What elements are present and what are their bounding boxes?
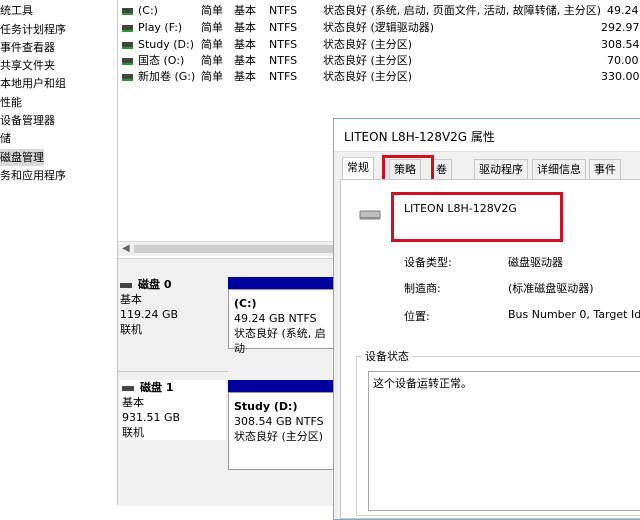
- volume-name: Study (D:): [138, 38, 195, 51]
- dialog-title: LITEON L8H-128V2G 属性: [344, 130, 495, 144]
- disk-type: 基本: [122, 396, 144, 409]
- volume-capacity: 292.97: [601, 21, 640, 34]
- volume-layout: 简单: [201, 38, 223, 51]
- volume-type: 基本: [234, 38, 256, 51]
- tree-item-disk-management[interactable]: 磁盘管理: [0, 149, 44, 166]
- location-label: 位置:: [404, 310, 430, 323]
- volume-layout: 简单: [201, 4, 223, 17]
- highlight-device-name: [391, 192, 563, 242]
- volume-type: 基本: [234, 54, 256, 67]
- manufacturer-value: (标准磁盘驱动器): [508, 282, 594, 295]
- volume-status: 状态良好 (主分区): [323, 38, 413, 51]
- disk-icon: [120, 282, 132, 288]
- tree-item-system-tools[interactable]: 统工具: [0, 2, 33, 19]
- device-type-label: 设备类型:: [404, 256, 452, 269]
- volume-type: 基本: [234, 4, 256, 17]
- partition-bar: [228, 380, 338, 392]
- device-status-label: 设备状态: [362, 348, 412, 364]
- volume-capacity: 308.54: [601, 38, 640, 51]
- volume-layout: 简单: [201, 21, 223, 34]
- disk-icon: [122, 385, 134, 391]
- partition-size: 49.24 GB NTFS: [234, 312, 317, 325]
- volume-capacity: 330.00: [601, 70, 640, 83]
- disk-state: 联机: [122, 426, 144, 439]
- tab-events[interactable]: 事件: [589, 159, 621, 179]
- volume-capacity: 70.00: [607, 54, 639, 67]
- partition-name: (C:): [234, 297, 257, 310]
- volume-name: 国态 (O:): [138, 54, 185, 67]
- volume-row[interactable]: Play (F:) 简单 基本 NTFS 状态良好 (逻辑驱动器) 292.97: [118, 20, 640, 36]
- tab-details[interactable]: 详细信息: [532, 159, 586, 179]
- disk-name: 磁盘 1: [140, 381, 174, 394]
- manufacturer-label: 制造商:: [404, 282, 441, 295]
- tree-item-storage[interactable]: 储: [0, 130, 11, 147]
- tree-item-local-users[interactable]: 本地用户和组: [0, 75, 66, 92]
- partition-name: Study (D:): [234, 400, 298, 413]
- volume-status: 状态良好 (系统, 启动, 页面文件, 活动, 故障转储, 主分区): [323, 4, 602, 17]
- volume-fs: NTFS: [269, 4, 298, 17]
- partition-status: 状态良好 (主分区): [234, 430, 324, 443]
- tree-item-event-viewer[interactable]: 事件查看器: [0, 39, 55, 56]
- tree-item-services-apps[interactable]: 务和应用程序: [0, 167, 66, 184]
- volume-capacity: 49.24: [607, 4, 639, 17]
- disk-type: 基本: [120, 293, 142, 306]
- tree-item-task-scheduler[interactable]: 任务计划程序: [0, 21, 66, 38]
- volume-name: 新加卷 (G:): [138, 70, 196, 83]
- partition-status: 状态良好 (系统, 启动: [234, 327, 326, 355]
- dialog-titlebar[interactable]: LITEON L8H-128V2G 属性: [334, 119, 640, 152]
- scrollbar-thumb[interactable]: [134, 245, 334, 253]
- tab-driver[interactable]: 驱动程序: [474, 159, 528, 179]
- volume-layout: 简单: [201, 70, 223, 83]
- volume-name: (C:): [138, 4, 158, 17]
- tree-item-device-manager[interactable]: 设备管理器: [0, 112, 55, 129]
- location-value: Bus Number 0, Target Id: [508, 308, 640, 321]
- volume-name: Play (F:): [138, 21, 183, 34]
- volume-fs: NTFS: [269, 38, 298, 51]
- volume-type: 基本: [234, 21, 256, 34]
- volume-row[interactable]: (C:) 简单 基本 NTFS 状态良好 (系统, 启动, 页面文件, 活动, …: [118, 3, 640, 19]
- drive-icon: [122, 25, 133, 32]
- disk-0-info[interactable]: 磁盘 0 基本 119.24 GB 联机: [120, 277, 220, 337]
- volume-status: 状态良好 (主分区): [323, 70, 413, 83]
- volume-fs: NTFS: [269, 70, 298, 83]
- disk-size: 119.24 GB: [120, 308, 179, 321]
- volume-type: 基本: [234, 70, 256, 83]
- disk-state: 联机: [120, 323, 142, 336]
- partition-size: 308.54 GB NTFS: [234, 415, 324, 428]
- disk-drive-icon: [359, 210, 381, 220]
- volume-status: 状态良好 (逻辑驱动器): [323, 21, 435, 34]
- drive-icon: [122, 58, 133, 65]
- drive-icon: [122, 74, 133, 81]
- volume-row[interactable]: Study (D:) 简单 基本 NTFS 状态良好 (主分区) 308.54: [118, 37, 640, 53]
- device-name: LITEON L8H-128V2G: [404, 202, 517, 215]
- partition-d[interactable]: Study (D:) 308.54 GB NTFS 状态良好 (主分区): [228, 392, 338, 470]
- partition-bar: [228, 277, 338, 289]
- volume-layout: 简单: [201, 54, 223, 67]
- tree-item-shared-folders[interactable]: 共享文件夹: [0, 57, 55, 74]
- drive-icon: [122, 42, 133, 49]
- volume-fs: NTFS: [269, 54, 298, 67]
- device-status-text[interactable]: 这个设备运转正常。: [368, 371, 640, 511]
- device-type-value: 磁盘驱动器: [508, 256, 563, 269]
- tab-volumes[interactable]: 卷: [431, 159, 452, 179]
- disk-name: 磁盘 0: [138, 278, 172, 291]
- volume-row[interactable]: 新加卷 (G:) 简单 基本 NTFS 状态良好 (主分区) 330.00: [118, 69, 640, 85]
- volume-fs: NTFS: [269, 21, 298, 34]
- disk-size: 931.51 GB: [122, 411, 181, 424]
- scroll-left-icon[interactable]: ◀: [122, 242, 130, 256]
- drive-icon: [122, 8, 133, 15]
- properties-dialog: LITEON L8H-128V2G 属性 常规 策略 卷 驱动程序 详细信息 事…: [333, 118, 640, 520]
- volume-row[interactable]: 国态 (O:) 简单 基本 NTFS 状态良好 (主分区) 70.00: [118, 53, 640, 69]
- disk-1-info[interactable]: 磁盘 1 基本 931.51 GB 联机: [120, 380, 226, 440]
- divider: [118, 371, 228, 372]
- console-tree: 统工具 任务计划程序 事件查看器 共享文件夹 本地用户和组 性能 设备管理器 储…: [0, 0, 118, 505]
- partition-c[interactable]: (C:) 49.24 GB NTFS 状态良好 (系统, 启动: [228, 289, 338, 355]
- tab-general[interactable]: 常规: [342, 157, 374, 180]
- volume-status: 状态良好 (主分区): [323, 54, 413, 67]
- tree-item-performance[interactable]: 性能: [0, 94, 22, 111]
